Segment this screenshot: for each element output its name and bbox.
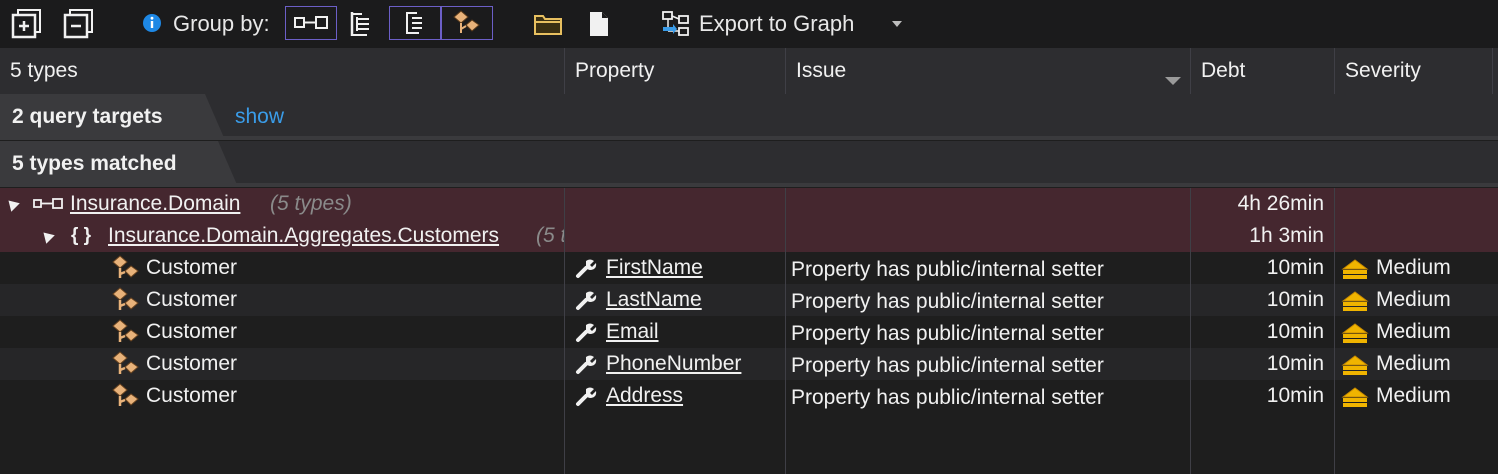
- property-wrench-icon: [576, 355, 597, 374]
- table-row[interactable]: Customer Email Property has public/inter…: [0, 316, 1498, 348]
- group-member-icon: [453, 10, 480, 33]
- issue-text: Property has public/internal setter: [791, 354, 1104, 377]
- file-icon[interactable]: [585, 8, 613, 40]
- column-divider: [1334, 188, 1335, 474]
- column-divider: [564, 188, 565, 474]
- table-row[interactable]: Customer Address Property has public/int…: [0, 380, 1498, 412]
- debt-value: 10min: [1266, 320, 1324, 343]
- property-wrench-icon: [576, 291, 597, 310]
- column-divider: [785, 188, 786, 474]
- group-assembly-icon: [294, 16, 328, 29]
- table-row[interactable]: Customer FirstName Property has public/i…: [0, 252, 1498, 284]
- column-header: 5 types Property Issue Debt Severity: [0, 48, 1498, 94]
- property-link[interactable]: Email: [606, 316, 659, 348]
- class-icon: [112, 287, 139, 310]
- class-icon: [112, 319, 139, 342]
- property-link[interactable]: LastName: [606, 284, 702, 316]
- severity-medium-icon: [1341, 259, 1369, 279]
- export-graph-icon[interactable]: [660, 10, 692, 38]
- query-targets-label: 2 query targets: [0, 94, 225, 140]
- expander-icon[interactable]: [4, 196, 20, 212]
- property-wrench-icon: [576, 323, 597, 342]
- severity-medium-icon: [1341, 323, 1369, 343]
- column-header-debt[interactable]: Debt: [1191, 48, 1335, 94]
- export-to-graph-button[interactable]: Export to Graph: [699, 11, 854, 37]
- issue-text: Property has public/internal setter: [791, 290, 1104, 313]
- assembly-group-row[interactable]: Insurance.Domain (5 types) 4h 26min: [0, 188, 1498, 220]
- column-header-issue[interactable]: Issue: [786, 48, 1191, 94]
- group-by-label: Group by:: [173, 11, 270, 36]
- issue-text: Property has public/internal setter: [791, 258, 1104, 281]
- types-matched-band: 5 types matched: [0, 141, 1498, 187]
- property-wrench-icon: [576, 387, 597, 406]
- types-matched-label: 5 types matched: [0, 141, 238, 187]
- type-name[interactable]: Customer: [146, 316, 237, 348]
- group-type-icon: [406, 12, 422, 34]
- namespace-group-row[interactable]: { } Insurance.Domain.Aggregates.Customer…: [0, 220, 1498, 252]
- issue-text: Property has public/internal setter: [791, 386, 1104, 409]
- group-member-button[interactable]: [441, 6, 493, 40]
- assembly-name-link[interactable]: Insurance.Domain: [70, 188, 240, 220]
- expand-all-icon[interactable]: [10, 8, 44, 40]
- debt-value: 10min: [1266, 256, 1324, 279]
- table-row[interactable]: Customer LastName Property has public/in…: [0, 284, 1498, 316]
- class-icon: [112, 383, 139, 406]
- debt-value: 10min: [1266, 288, 1324, 311]
- type-name[interactable]: Customer: [146, 252, 237, 284]
- property-link[interactable]: FirstName: [606, 252, 703, 284]
- group-assembly-button[interactable]: [285, 6, 337, 40]
- property-wrench-icon: [576, 259, 597, 278]
- type-name[interactable]: Customer: [146, 380, 237, 412]
- group-type-button[interactable]: [389, 6, 441, 40]
- assembly-type-count: (5 types): [270, 192, 352, 215]
- type-name[interactable]: Customer: [146, 284, 237, 316]
- table-row[interactable]: Customer PhoneNumber Property has public…: [0, 348, 1498, 380]
- group-namespace-icon[interactable]: [344, 8, 378, 40]
- sort-descending-icon: [1165, 77, 1181, 85]
- debt-value: 10min: [1266, 384, 1324, 407]
- property-link[interactable]: PhoneNumber: [606, 348, 741, 380]
- severity-label: Medium: [1376, 288, 1451, 311]
- severity-label: Medium: [1376, 384, 1451, 407]
- show-link[interactable]: show: [235, 94, 284, 140]
- issue-text: Property has public/internal setter: [791, 322, 1104, 345]
- info-icon[interactable]: [141, 12, 163, 34]
- assembly-icon: [33, 198, 63, 209]
- results-grid: Insurance.Domain (5 types) 4h 26min { } …: [0, 188, 1498, 474]
- assembly-debt: 4h 26min: [1237, 192, 1324, 215]
- folder-icon[interactable]: [532, 10, 564, 38]
- collapse-all-icon[interactable]: [62, 8, 96, 40]
- class-icon: [112, 255, 139, 278]
- namespace-name-link[interactable]: Insurance.Domain.Aggregates.Customers: [108, 220, 499, 252]
- severity-medium-icon: [1341, 387, 1369, 407]
- severity-medium-icon: [1341, 291, 1369, 311]
- class-icon: [112, 351, 139, 374]
- namespace-type-count: (5 t: [536, 224, 564, 247]
- query-targets-band: 2 query targets show: [0, 94, 1498, 140]
- severity-label: Medium: [1376, 352, 1451, 375]
- type-name[interactable]: Customer: [146, 348, 237, 380]
- column-header-severity[interactable]: Severity: [1335, 48, 1493, 94]
- property-link[interactable]: Address: [606, 380, 683, 412]
- severity-label: Medium: [1376, 256, 1451, 279]
- severity-label: Medium: [1376, 320, 1451, 343]
- band-divider: [0, 136, 1498, 140]
- namespace-icon: { }: [71, 225, 92, 246]
- severity-medium-icon: [1341, 355, 1369, 375]
- namespace-debt: 1h 3min: [1249, 224, 1324, 247]
- debt-value: 10min: [1266, 352, 1324, 375]
- column-header-name[interactable]: 5 types: [0, 48, 565, 94]
- column-header-property[interactable]: Property: [565, 48, 786, 94]
- expander-icon[interactable]: [39, 228, 55, 244]
- column-divider: [1190, 188, 1191, 474]
- toolbar: Group by: Export to Graph: [0, 0, 1498, 48]
- dropdown-arrow-icon[interactable]: [889, 18, 905, 30]
- band-divider: [0, 183, 1498, 187]
